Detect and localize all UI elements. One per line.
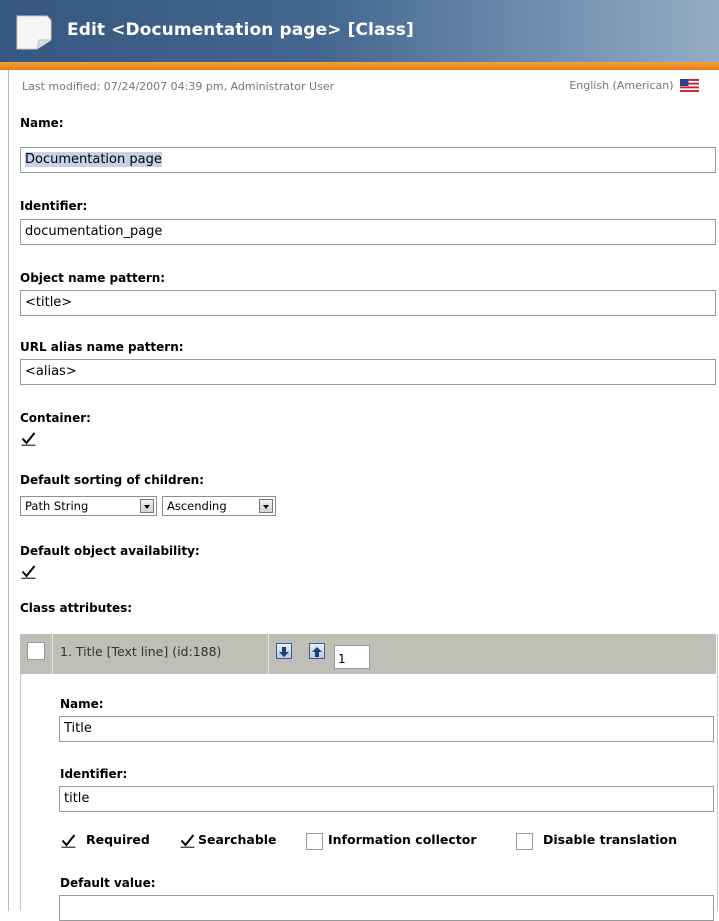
object-name-pattern-value: <title>: [25, 295, 73, 310]
attribute-bar-divider: [268, 634, 269, 674]
us-flag-icon: [680, 79, 699, 92]
url-alias-input[interactable]: <alias>: [20, 359, 716, 385]
window-header: Edit <Documentation page> [Class]: [0, 0, 719, 62]
page-title: Edit <Documentation page> [Class]: [67, 20, 414, 40]
required-checkbox[interactable]: [61, 833, 76, 848]
chevron-down-icon: [259, 499, 273, 513]
attribute-name-value: Title: [64, 721, 92, 736]
attribute-identifier-value: title: [64, 791, 90, 806]
disable-translation-checkbox[interactable]: [516, 833, 533, 850]
container-label: Container:: [20, 411, 91, 425]
arrow-down-icon: [279, 647, 289, 657]
document-page-icon: [16, 15, 52, 50]
attribute-title: 1. Title [Text line] (id:188): [60, 644, 222, 659]
chevron-down-icon: [140, 499, 154, 513]
attribute-identifier-label: Identifier:: [60, 767, 128, 781]
availability-checkbox[interactable]: [21, 564, 36, 579]
class-attributes-label: Class attributes:: [20, 601, 133, 615]
default-value-label: Default value:: [60, 876, 156, 890]
move-up-button[interactable]: [309, 643, 325, 659]
attribute-identifier-input[interactable]: title: [59, 786, 714, 812]
information-collector-checkbox[interactable]: [306, 833, 323, 850]
attribute-name-label: Name:: [60, 697, 104, 711]
attribute-select-checkbox[interactable]: [27, 642, 45, 660]
sorting-field-value: Path String: [25, 499, 89, 513]
attribute-bar-divider: [52, 634, 53, 674]
sorting-order-select[interactable]: Ascending: [162, 496, 276, 516]
header-accent-stripe: [0, 62, 719, 70]
name-input-value: Documentation page: [25, 152, 162, 167]
name-label: Name:: [20, 116, 64, 130]
language-label: English (American): [569, 79, 674, 92]
default-value-input[interactable]: [59, 895, 714, 921]
language-indicator: English (American): [569, 79, 699, 92]
sorting-label: Default sorting of children:: [20, 473, 204, 487]
placement-input[interactable]: 1: [334, 645, 370, 669]
disable-translation-label: Disable translation: [543, 832, 677, 847]
sorting-order-value: Ascending: [167, 499, 227, 513]
move-down-button[interactable]: [276, 643, 292, 659]
content-left-border: [8, 70, 9, 911]
last-modified-info: Last modified: 07/24/2007 04:39 pm, Admi…: [22, 80, 335, 93]
container-checkbox[interactable]: [21, 431, 36, 446]
information-collector-label: Information collector: [328, 832, 477, 847]
object-name-pattern-label: Object name pattern:: [20, 271, 166, 285]
attribute-name-input[interactable]: Title: [59, 716, 714, 742]
searchable-checkbox[interactable]: [180, 833, 195, 848]
identifier-input-value: documentation_page: [25, 224, 163, 239]
identifier-label: Identifier:: [20, 199, 88, 213]
object-name-pattern-input[interactable]: <title>: [20, 290, 716, 316]
identifier-input[interactable]: documentation_page: [20, 219, 716, 245]
availability-label: Default object availability:: [20, 544, 200, 558]
arrow-up-icon: [312, 647, 322, 657]
searchable-label: Searchable: [198, 832, 277, 847]
url-alias-value: <alias>: [25, 364, 77, 379]
url-alias-label: URL alias name pattern:: [20, 340, 184, 354]
name-input[interactable]: Documentation page: [20, 147, 716, 173]
required-label: Required: [86, 832, 150, 847]
sorting-field-select[interactable]: Path String: [20, 496, 157, 516]
